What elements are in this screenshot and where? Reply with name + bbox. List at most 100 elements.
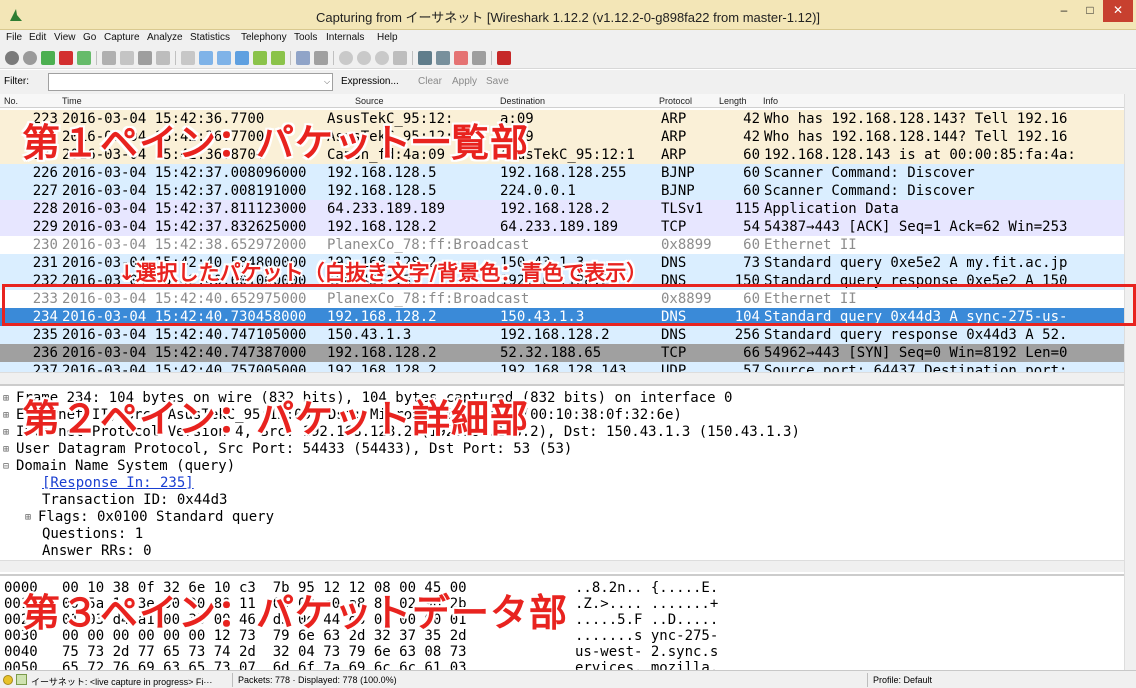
menu-internals[interactable]: Internals (326, 32, 364, 43)
response-link[interactable]: [Response In: 235] (42, 475, 194, 492)
filter-bar: Filter: ⌵ Expression... Clear Apply Save (0, 70, 1136, 94)
reload-icon[interactable] (156, 51, 170, 65)
menu-edit[interactable]: Edit (29, 32, 46, 43)
column-header-protocol[interactable]: Protocol (659, 96, 692, 106)
profile-text[interactable]: Profile: Default (873, 675, 932, 685)
packet-length: 42 (743, 129, 760, 145)
packet-list-horizontal-scrollbar[interactable] (0, 372, 1124, 384)
column-header-length[interactable]: Length (719, 96, 747, 106)
save-file-icon[interactable] (120, 51, 134, 65)
packet-protocol: UDP (661, 363, 687, 372)
interfaces-icon[interactable] (5, 51, 19, 65)
collapse-icon[interactable]: ⊟ (3, 458, 9, 475)
zoom-normal-icon[interactable] (375, 51, 389, 65)
packet-row[interactable]: 227 2016-03-04 15:42:37.008191000 192.168.… (0, 182, 1124, 200)
help-icon[interactable] (497, 51, 511, 65)
menu-statistics[interactable]: Statistics (190, 32, 230, 43)
filter-dropdown-icon[interactable]: ⌵ (321, 73, 333, 91)
expand-icon[interactable]: ⊞ (3, 407, 9, 424)
detail-text: User Datagram Protocol, Src Port: 54433 … (16, 441, 573, 457)
go-to-packet-icon[interactable] (235, 51, 249, 65)
zoom-out-icon[interactable] (357, 51, 371, 65)
expert-info-icon[interactable] (3, 675, 13, 685)
display-filters-icon[interactable] (436, 51, 450, 65)
packet-list-vertical-scrollbar[interactable] (1124, 94, 1136, 384)
detail-tree-item[interactable]: Transaction ID: 0x44d3 (0, 492, 1124, 509)
find-packet-icon[interactable] (181, 51, 195, 65)
packet-length: 66 (743, 345, 760, 361)
menu-file[interactable]: File (6, 32, 22, 43)
column-header-info[interactable]: Info (763, 96, 778, 106)
menu-capture[interactable]: Capture (104, 32, 140, 43)
go-first-icon[interactable] (253, 51, 267, 65)
details-vertical-scrollbar[interactable] (1124, 384, 1136, 574)
resize-columns-icon[interactable] (393, 51, 407, 65)
detail-tree-item[interactable]: Answer RRs: 0 (0, 543, 1124, 560)
detail-tree-item[interactable]: Questions: 1 (0, 526, 1124, 543)
capture-comment-icon[interactable] (16, 674, 27, 685)
clear-button[interactable]: Clear (418, 76, 442, 87)
detail-tree-item[interactable]: ⊞ User Datagram Protocol, Src Port: 54433… (0, 441, 1124, 458)
stop-capture-icon[interactable] (59, 51, 73, 65)
colorize-icon[interactable] (296, 51, 310, 65)
column-header-destination[interactable]: Destination (500, 96, 545, 106)
menu-analyze[interactable]: Analyze (147, 32, 183, 43)
packet-source: 150.43.1.3 (327, 327, 412, 343)
capture-filters-icon[interactable] (418, 51, 432, 65)
packet-row[interactable]: 235 2016-03-04 15:42:40.747105000 150.43.1… (0, 326, 1124, 344)
go-last-icon[interactable] (271, 51, 285, 65)
bytes-ascii: .......s ync-275- (575, 628, 719, 644)
detail-tree-item[interactable]: ⊞ Flags: 0x0100 Standard query (0, 509, 1124, 526)
menu-go[interactable]: Go (83, 32, 96, 43)
menu-view[interactable]: View (54, 32, 76, 43)
expand-icon[interactable]: ⊞ (3, 424, 9, 441)
go-back-icon[interactable] (199, 51, 213, 65)
column-header-no[interactable]: No. (4, 96, 18, 106)
detail-tree-item[interactable]: ⊟ Domain Name System (query) (0, 458, 1124, 475)
restart-capture-icon[interactable] (77, 51, 91, 65)
packet-row[interactable]: 228 2016-03-04 15:42:37.811123000 64.233.1… (0, 200, 1124, 218)
packet-destination: 192.168.128.143 (500, 363, 627, 372)
packet-row[interactable]: 237 2016-03-04 15:42:40.757005000 192.168.… (0, 362, 1124, 372)
menu-help[interactable]: Help (377, 32, 398, 43)
open-file-icon[interactable] (102, 51, 116, 65)
bytes-vertical-scrollbar[interactable] (1124, 574, 1136, 670)
toolbar-separator (175, 51, 176, 65)
expand-icon[interactable]: ⊞ (25, 509, 31, 526)
apply-button[interactable]: Apply (452, 76, 477, 87)
auto-scroll-icon[interactable] (314, 51, 328, 65)
menu-telephony[interactable]: Telephony (241, 32, 287, 43)
packet-row[interactable]: 230 2016-03-04 15:42:38.652972000 PlanexCo… (0, 236, 1124, 254)
start-capture-icon[interactable] (41, 51, 55, 65)
zoom-in-icon[interactable] (339, 51, 353, 65)
expand-icon[interactable]: ⊞ (3, 390, 9, 407)
column-header-source[interactable]: Source (355, 96, 384, 106)
packet-time: 2016-03-04 15:42:40.747105000 (62, 327, 307, 343)
packet-row[interactable]: 229 2016-03-04 15:42:37.832625000 192.168.… (0, 218, 1124, 236)
expand-icon[interactable]: ⊞ (3, 441, 9, 458)
menu-tools[interactable]: Tools (294, 32, 317, 43)
detail-text: Domain Name System (query) (16, 458, 236, 474)
minimize-button[interactable]: – (1051, 0, 1077, 22)
packet-length: 60 (743, 147, 760, 163)
go-forward-icon[interactable] (217, 51, 231, 65)
expression-button[interactable]: Expression... (341, 76, 399, 87)
toolbar-separator (412, 51, 413, 65)
save-button[interactable]: Save (486, 76, 509, 87)
packet-time: 2016-03-04 15:42:37.832625000 (62, 219, 307, 235)
filter-input[interactable] (48, 73, 333, 91)
packet-info: Scanner Command: Discover (764, 183, 975, 199)
menu-bar: File Edit View Go Capture Analyze Statis… (0, 30, 1136, 47)
details-horizontal-scrollbar[interactable] (0, 560, 1124, 572)
options-icon[interactable] (23, 51, 37, 65)
coloring-rules-icon[interactable] (454, 51, 468, 65)
close-file-icon[interactable] (138, 51, 152, 65)
bytes-ascii: us-west- 2.sync.s (575, 644, 719, 660)
maximize-button[interactable]: □ (1077, 0, 1103, 22)
packet-row[interactable]: 236 2016-03-04 15:42:40.747387000 192.168.… (0, 344, 1124, 362)
close-button[interactable]: ✕ (1103, 0, 1133, 22)
preferences-icon[interactable] (472, 51, 486, 65)
column-header-time[interactable]: Time (62, 96, 82, 106)
detail-tree-item[interactable]: [Response In: 235] (0, 475, 1124, 492)
packet-length: 57 (743, 363, 760, 372)
